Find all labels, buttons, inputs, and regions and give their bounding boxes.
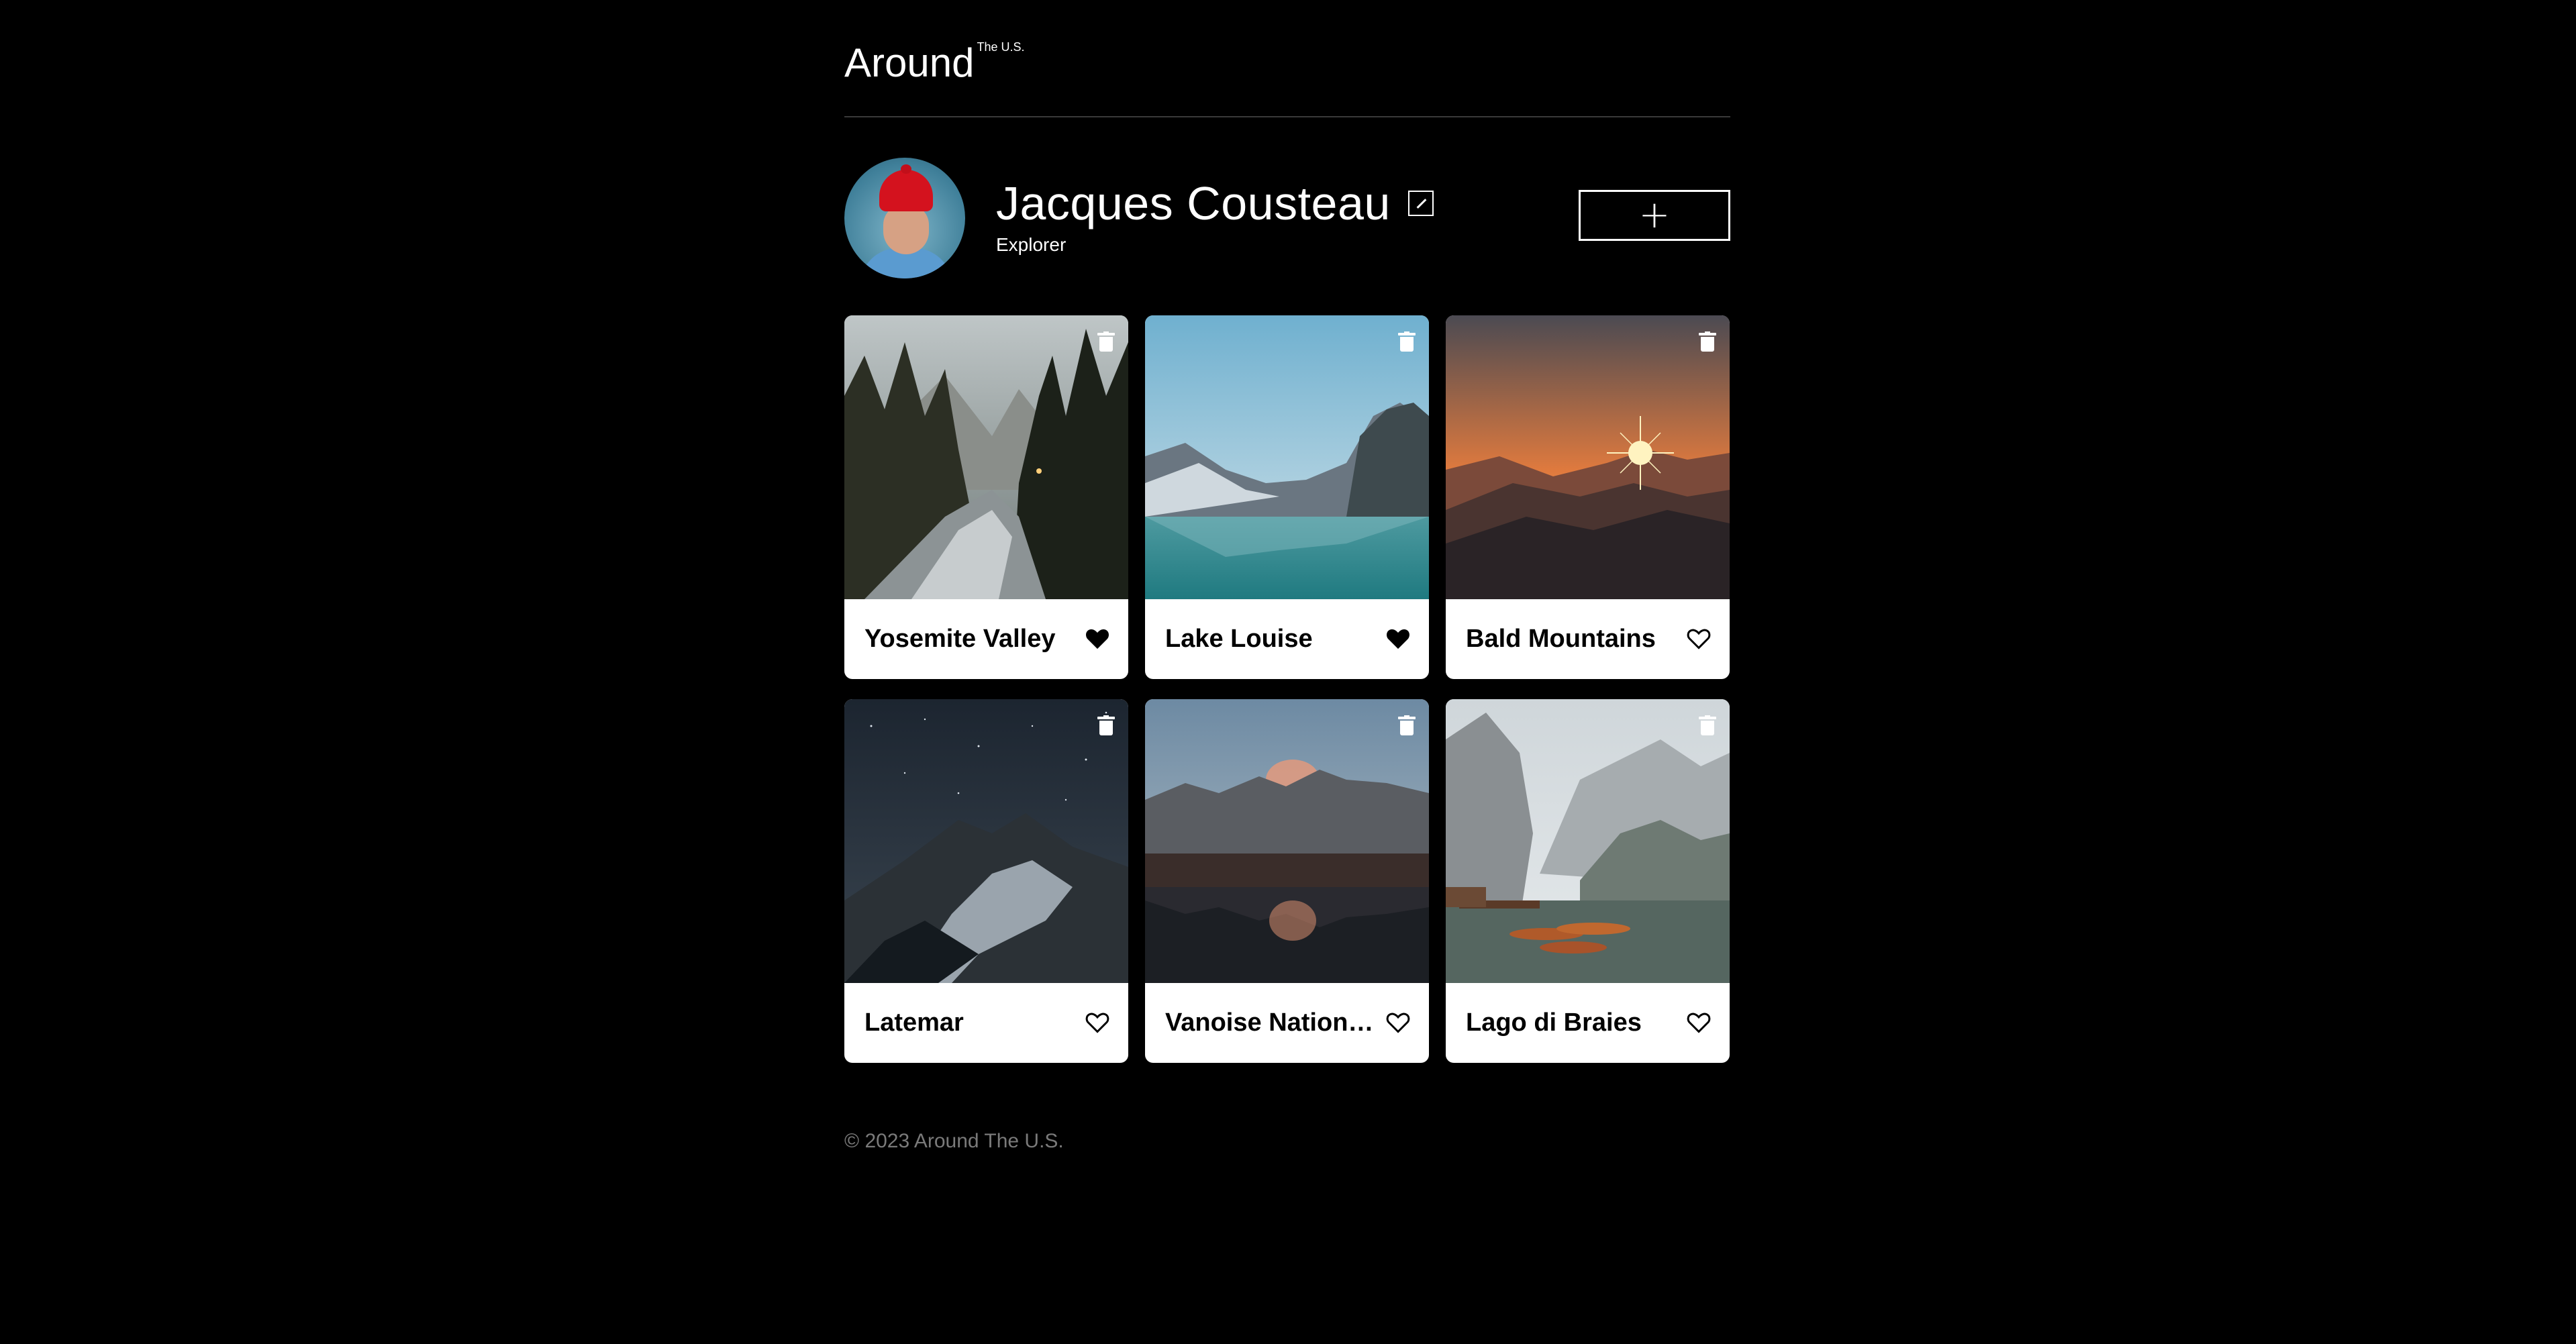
heart-outline-icon[interactable] xyxy=(1687,1011,1711,1034)
profile-info: Jacques Cousteau Explorer xyxy=(996,176,1434,256)
card-footer: Latemar xyxy=(844,983,1128,1063)
logo-superscript: The U.S. xyxy=(977,40,1025,54)
card: Latemar xyxy=(844,699,1128,1063)
card-title: Vanoise National Park xyxy=(1165,1009,1380,1037)
lake-boats-image xyxy=(1446,699,1730,983)
card-image[interactable] xyxy=(1145,699,1429,983)
trash-icon[interactable] xyxy=(1699,331,1716,352)
card-footer: Bald Mountains xyxy=(1446,599,1730,679)
profile: Jacques Cousteau Explorer + xyxy=(844,117,1730,305)
footer: © 2023 Around The U.S. xyxy=(844,1130,1730,1153)
mountain-lake-image xyxy=(1145,699,1429,983)
avatar-face xyxy=(883,205,929,254)
card-image[interactable] xyxy=(1145,315,1429,599)
card: Yosemite Valley xyxy=(844,315,1128,679)
trash-lid xyxy=(1699,717,1716,719)
trash-bin xyxy=(1400,721,1414,735)
trash-icon[interactable] xyxy=(1699,715,1716,735)
trash-icon[interactable] xyxy=(1398,331,1416,352)
trash-lid xyxy=(1097,717,1115,719)
trash-bin xyxy=(1701,337,1714,352)
card: Bald Mountains xyxy=(1446,315,1730,679)
lake-image xyxy=(1145,315,1429,599)
card-footer: Lago di Braies xyxy=(1446,983,1730,1063)
avatar-hat-top xyxy=(901,164,911,174)
trash-lid xyxy=(1398,333,1416,335)
card-title: Lake Louise xyxy=(1165,625,1313,653)
trash-icon[interactable] xyxy=(1097,331,1115,352)
avatar-hat xyxy=(879,170,933,211)
card-title: Bald Mountains xyxy=(1466,625,1656,653)
card-footer: Vanoise National Park xyxy=(1145,983,1429,1063)
card: Lago di Braies xyxy=(1446,699,1730,1063)
heart-outline-icon[interactable] xyxy=(1687,627,1711,650)
profile-name: Jacques Cousteau xyxy=(996,177,1391,229)
copyright-text: © 2023 Around The U.S. xyxy=(844,1130,1064,1152)
page: Around The U.S. Jacques Cousteau Explorer… xyxy=(844,0,1730,1153)
card-footer: Lake Louise xyxy=(1145,599,1429,679)
add-card-button[interactable]: + xyxy=(1579,190,1730,241)
logo: Around xyxy=(844,40,975,85)
card: Vanoise National Park xyxy=(1145,699,1429,1063)
pencil-icon xyxy=(1416,199,1427,209)
card-image[interactable] xyxy=(1446,699,1730,983)
night-mountain-image xyxy=(844,699,1128,983)
heart-outline-icon[interactable] xyxy=(1386,1011,1410,1034)
trash-bin xyxy=(1099,721,1113,735)
card-title: Lago di Braies xyxy=(1466,1009,1642,1037)
trash-lid xyxy=(1699,333,1716,335)
trash-bin xyxy=(1400,337,1414,352)
card-title: Latemar xyxy=(864,1009,964,1037)
edit-profile-button[interactable] xyxy=(1408,191,1434,216)
trash-icon[interactable] xyxy=(1097,715,1115,735)
card-image[interactable] xyxy=(1446,315,1730,599)
heart-outline-icon[interactable] xyxy=(1085,1011,1109,1034)
heart-filled-icon[interactable] xyxy=(1085,627,1109,650)
heart-filled-icon[interactable] xyxy=(1386,627,1410,650)
trash-bin xyxy=(1099,337,1113,352)
forest-river-image xyxy=(844,315,1128,599)
card-image[interactable] xyxy=(844,315,1128,599)
header: Around The U.S. xyxy=(844,39,1730,117)
cards-grid: Yosemite Valley Lake Louise Bald Mountai… xyxy=(844,315,1730,1063)
card: Lake Louise xyxy=(1145,315,1429,679)
trash-bin xyxy=(1701,721,1714,735)
trash-icon[interactable] xyxy=(1398,715,1416,735)
avatar[interactable] xyxy=(844,158,965,278)
sunset-mountains-image xyxy=(1446,315,1730,599)
card-title: Yosemite Valley xyxy=(864,625,1056,653)
card-footer: Yosemite Valley xyxy=(844,599,1128,679)
profile-job: Explorer xyxy=(996,234,1067,255)
trash-lid xyxy=(1398,717,1416,719)
card-image[interactable] xyxy=(844,699,1128,983)
trash-lid xyxy=(1097,333,1115,335)
